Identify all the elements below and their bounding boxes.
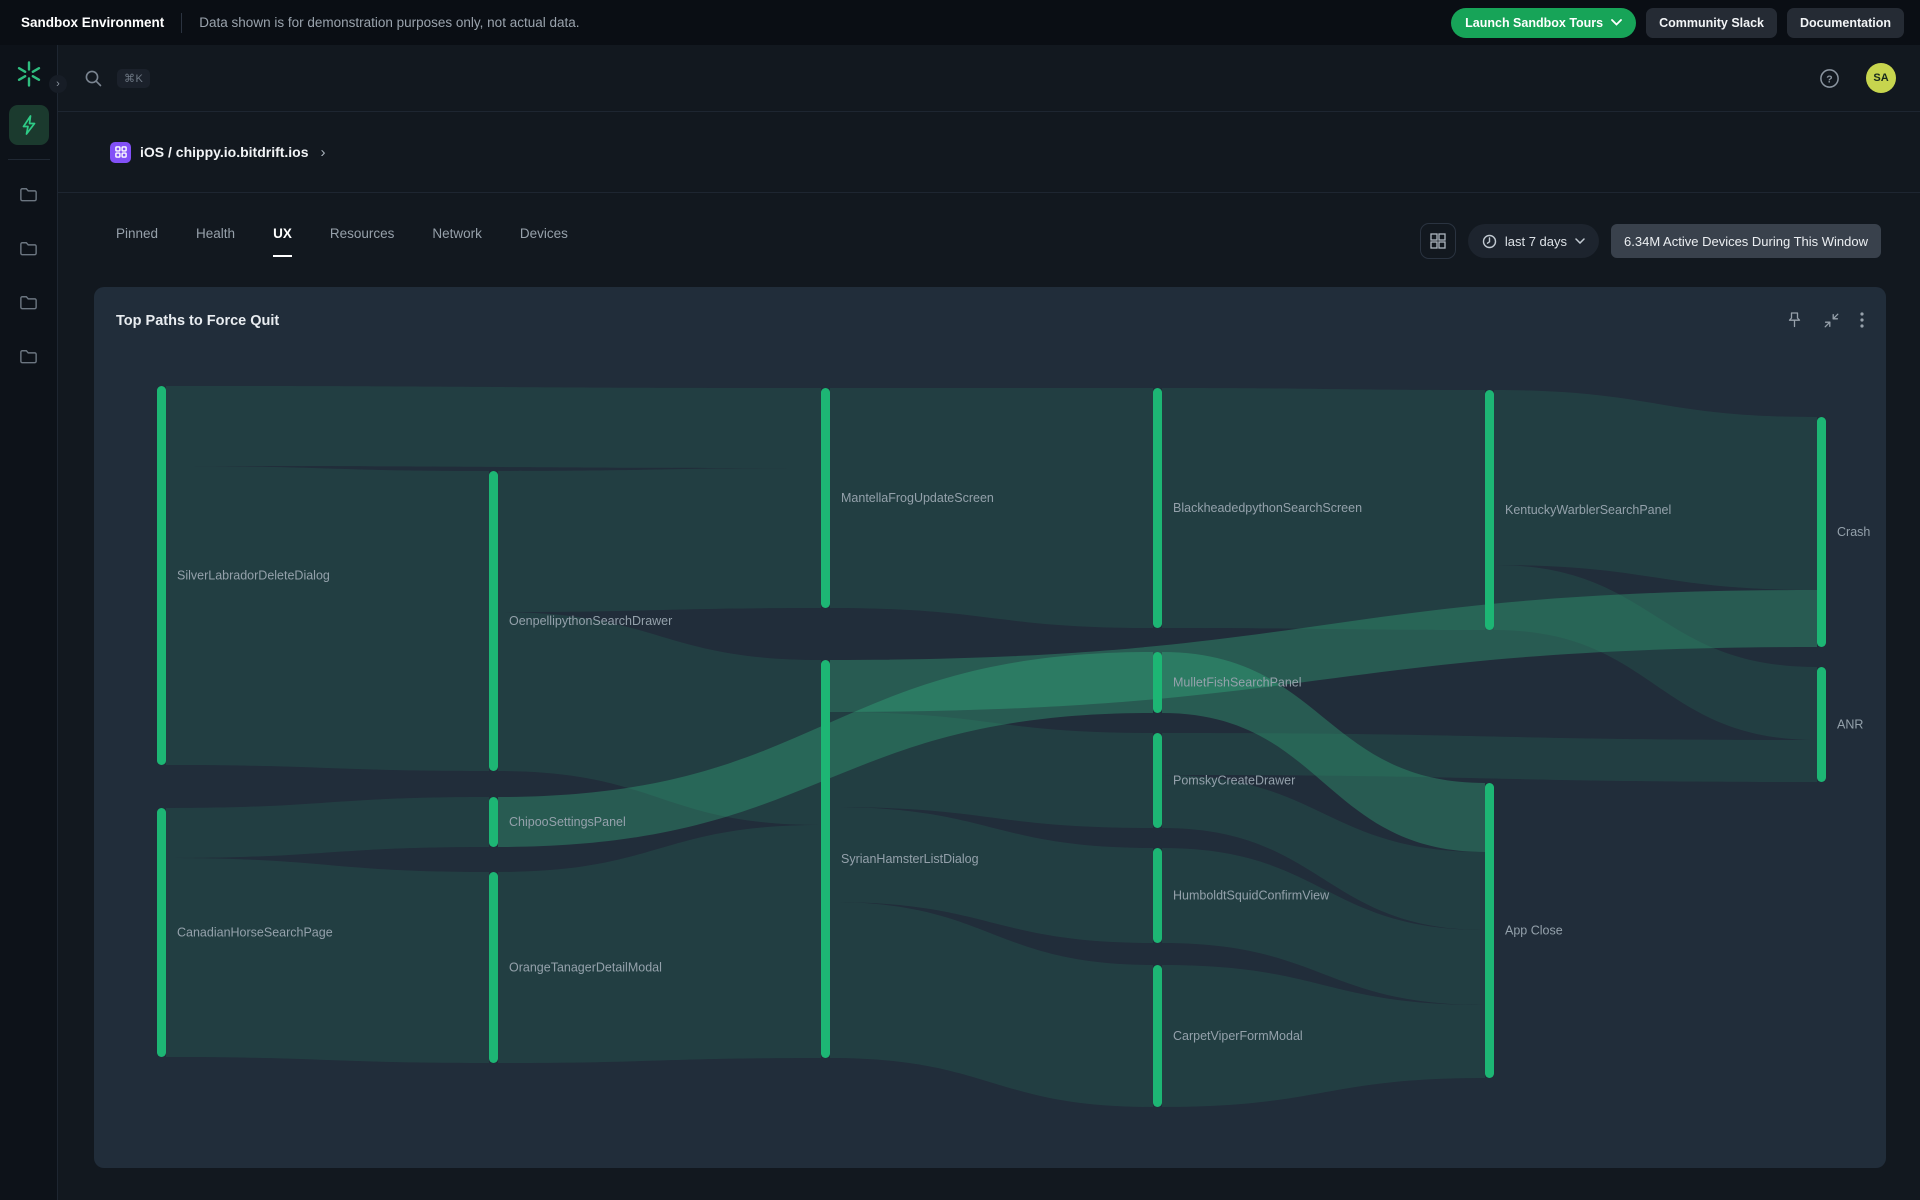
lightning-icon xyxy=(18,114,40,136)
sankey-node-label: SyrianHamsterListDialog xyxy=(841,852,979,866)
sankey-node-label: CarpetViperFormModal xyxy=(1173,1029,1303,1043)
sidebar xyxy=(0,45,58,1200)
sankey-node[interactable] xyxy=(157,386,166,765)
collapse-icon[interactable] xyxy=(1823,312,1840,329)
sankey-link[interactable] xyxy=(1494,390,1817,590)
sankey-link[interactable] xyxy=(166,386,821,468)
folder-icon xyxy=(18,292,39,313)
top-paths-panel: SilverLabradorDeleteDialog CanadianHorseS… xyxy=(94,287,1886,1168)
sankey-node-label: Crash xyxy=(1837,525,1870,539)
search-shortcut-hint: ⌘K xyxy=(117,69,150,88)
sankey-node-label: OenpellipythonSearchDrawer xyxy=(509,614,672,628)
sidebar-item-folder-1[interactable] xyxy=(9,174,49,214)
time-range-dropdown[interactable]: last 7 days xyxy=(1468,224,1599,258)
sandbox-banner: Sandbox Environment Data shown is for de… xyxy=(0,0,1920,45)
folder-icon xyxy=(18,346,39,367)
svg-text:?: ? xyxy=(1826,73,1832,85)
sankey-node-label: App Close xyxy=(1505,924,1563,938)
tabs: Pinned Health UX Resources Network Devices xyxy=(116,226,568,257)
app-header: ⌘K ? SA xyxy=(58,45,1920,112)
sankey-node-label: PomskyCreateDrawer xyxy=(1173,774,1295,788)
sankey-node[interactable] xyxy=(821,388,830,608)
global-search[interactable]: ⌘K xyxy=(84,69,150,88)
launch-sandbox-tours-button[interactable]: Launch Sandbox Tours xyxy=(1451,8,1636,38)
sankey-node[interactable] xyxy=(1485,390,1494,630)
sankey-chart: SilverLabradorDeleteDialog CanadianHorseS… xyxy=(94,287,1886,1168)
sankey-node-label: ChipooSettingsPanel xyxy=(509,815,626,829)
view-controls: last 7 days 6.34M Active Devices During … xyxy=(1420,223,1881,259)
community-slack-label: Community Slack xyxy=(1659,16,1764,30)
documentation-button[interactable]: Documentation xyxy=(1787,8,1904,38)
sankey-node[interactable] xyxy=(1817,667,1826,782)
pin-icon[interactable] xyxy=(1786,311,1803,329)
folder-icon xyxy=(18,184,39,205)
tab-health[interactable]: Health xyxy=(196,226,235,257)
banner-message: Data shown is for demonstration purposes… xyxy=(199,15,579,30)
sankey-link[interactable] xyxy=(830,388,1153,628)
user-avatar[interactable]: SA xyxy=(1866,63,1896,93)
sidebar-item-folder-3[interactable] xyxy=(9,282,49,322)
launch-sandbox-tours-label: Launch Sandbox Tours xyxy=(1465,16,1603,30)
tab-resources[interactable]: Resources xyxy=(330,226,395,257)
sankey-node-label: HumboldtSquidConfirmView xyxy=(1173,889,1330,903)
banner-divider xyxy=(181,13,182,33)
banner-title: Sandbox Environment xyxy=(21,15,164,30)
app-grid-icon xyxy=(110,142,131,163)
sankey-node[interactable] xyxy=(1153,965,1162,1107)
sankey-node-label: SilverLabradorDeleteDialog xyxy=(177,569,330,583)
sankey-node-label: KentuckyWarblerSearchPanel xyxy=(1505,503,1671,517)
sankey-node[interactable] xyxy=(489,872,498,1063)
sankey-node[interactable] xyxy=(1153,848,1162,943)
active-devices-badge: 6.34M Active Devices During This Window xyxy=(1611,224,1881,258)
sankey-node[interactable] xyxy=(1153,388,1162,628)
sidebar-divider xyxy=(8,159,50,160)
sankey-node[interactable] xyxy=(157,808,166,1057)
breadcrumb-row: iOS / chippy.io.bitdrift.ios › xyxy=(58,112,1920,193)
sankey-node[interactable] xyxy=(821,660,830,1058)
breadcrumb-chevron-icon[interactable]: › xyxy=(321,144,326,161)
sidebar-expand-button[interactable]: › xyxy=(49,75,67,93)
sankey-node-label: CanadianHorseSearchPage xyxy=(177,926,333,940)
grid-icon xyxy=(1430,233,1446,249)
chevron-down-icon xyxy=(1611,19,1622,26)
breadcrumb[interactable]: iOS / chippy.io.bitdrift.ios xyxy=(140,144,309,160)
tab-network[interactable]: Network xyxy=(432,226,482,257)
sankey-link[interactable] xyxy=(498,825,821,1063)
folder-icon xyxy=(18,238,39,259)
sankey-node-label: MulletFishSearchPanel xyxy=(1173,676,1302,690)
bitdrift-logo[interactable] xyxy=(12,57,46,91)
sankey-node[interactable] xyxy=(1153,652,1162,713)
sankey-node[interactable] xyxy=(1817,417,1826,647)
panel-title: Top Paths to Force Quit xyxy=(116,313,279,329)
chevron-down-icon xyxy=(1575,238,1585,244)
sidebar-item-workflows[interactable] xyxy=(9,105,49,145)
tab-pinned[interactable]: Pinned xyxy=(116,226,158,257)
bitdrift-spark-icon xyxy=(16,61,42,87)
sankey-link[interactable] xyxy=(166,466,489,771)
sankey-node[interactable] xyxy=(1485,783,1494,1078)
community-slack-button[interactable]: Community Slack xyxy=(1646,8,1777,38)
tab-devices[interactable]: Devices xyxy=(520,226,568,257)
kebab-menu-icon[interactable] xyxy=(1860,312,1864,328)
documentation-label: Documentation xyxy=(1800,16,1891,30)
help-icon[interactable]: ? xyxy=(1819,68,1840,89)
sankey-node-label: BlackheadedpythonSearchScreen xyxy=(1173,501,1362,515)
time-range-label: last 7 days xyxy=(1505,234,1567,249)
tab-ux[interactable]: UX xyxy=(273,226,292,257)
sankey-node[interactable] xyxy=(489,797,498,847)
sankey-node[interactable] xyxy=(1153,733,1162,828)
sidebar-item-folder-4[interactable] xyxy=(9,336,49,376)
search-icon xyxy=(84,69,103,88)
sankey-node[interactable] xyxy=(489,471,498,771)
sankey-link[interactable] xyxy=(166,797,489,858)
clock-icon xyxy=(1482,234,1497,249)
sankey-link[interactable] xyxy=(166,858,489,1063)
sankey-node-label: ANR xyxy=(1837,718,1863,732)
layout-grid-button[interactable] xyxy=(1420,223,1456,259)
sidebar-item-folder-2[interactable] xyxy=(9,228,49,268)
sankey-node-label: OrangeTanagerDetailModal xyxy=(509,961,662,975)
active-devices-label: 6.34M Active Devices During This Window xyxy=(1624,234,1868,249)
sankey-node-label: MantellaFrogUpdateScreen xyxy=(841,491,994,505)
sankey-link[interactable] xyxy=(498,468,821,612)
